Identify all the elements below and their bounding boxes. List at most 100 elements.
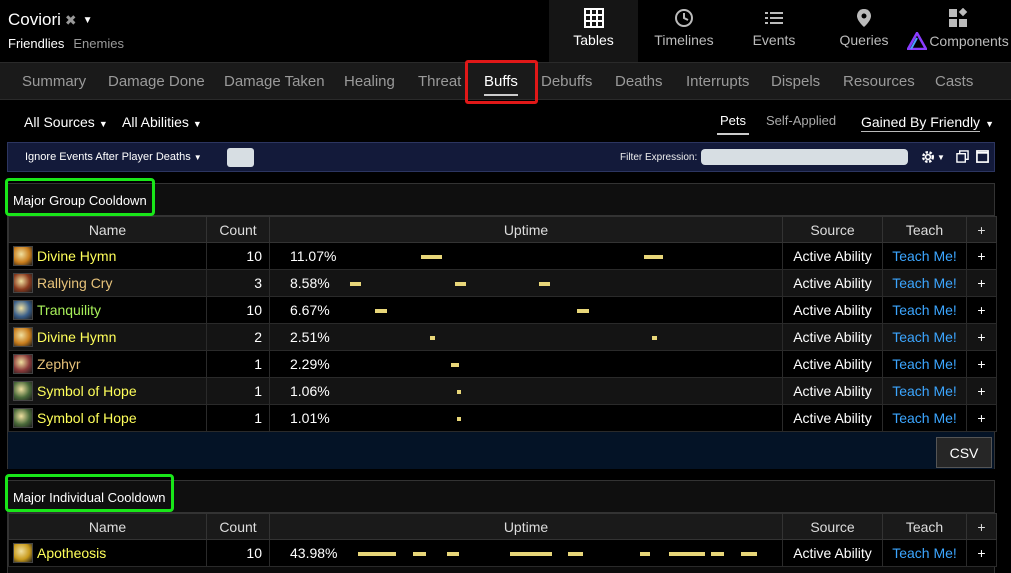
self-applied-toggle[interactable]: Self-Applied [766, 113, 836, 128]
symbol-of-hope-icon [13, 408, 33, 428]
ignore-deaths-toggle[interactable] [227, 148, 254, 167]
ability-name[interactable]: Divine Hymn [37, 329, 116, 345]
expand-all-button[interactable]: + [966, 216, 997, 243]
teach-me-link[interactable]: Teach Me! [882, 323, 967, 351]
ability-name-cell[interactable]: Symbol of Hope [8, 377, 207, 405]
tab-damage-taken[interactable]: Damage Taken [224, 63, 325, 101]
teach-me-link[interactable]: Teach Me! [882, 404, 967, 432]
table-row[interactable]: Divine Hymn 2 2.51% Active Ability Teach Me!… [8, 323, 997, 351]
view-components-button[interactable]: Components [907, 0, 1009, 62]
ability-name[interactable]: Symbol of Hope [37, 410, 137, 426]
ability-name-cell[interactable]: Divine Hymn [8, 323, 207, 351]
tab-casts[interactable]: Casts [935, 63, 973, 101]
expand-row-button[interactable]: + [966, 269, 997, 297]
ability-name-cell[interactable]: Zephyr [8, 350, 207, 378]
source-cell: Active Ability [782, 242, 883, 270]
view-events-button[interactable]: Events [740, 0, 808, 62]
settings-menu-button[interactable]: ▼ [920, 149, 945, 165]
uptime-segment [375, 309, 387, 313]
tab-interrupts[interactable]: Interrupts [686, 63, 749, 101]
column-header-uptime[interactable]: Uptime [269, 513, 783, 540]
teach-me-link[interactable]: Teach Me! [882, 269, 967, 297]
ability-name-cell[interactable]: Symbol of Hope [8, 404, 207, 432]
uptime-percent: 2.29% [290, 356, 330, 372]
ability-name[interactable]: Symbol of Hope [37, 383, 137, 399]
panel-header: Major Individual Cooldown [8, 481, 994, 513]
tab-dispels[interactable]: Dispels [771, 63, 820, 101]
ability-name[interactable]: Zephyr [37, 356, 81, 372]
ability-name-cell[interactable]: Divine Hymn [8, 242, 207, 270]
ability-name[interactable]: Tranquility [37, 302, 101, 318]
source-cell: Active Ability [782, 377, 883, 405]
uptime-segment [644, 255, 663, 259]
ability-name[interactable]: Rallying Cry [37, 275, 112, 291]
uptime-timeline [350, 270, 770, 296]
expand-all-button[interactable]: + [966, 513, 997, 540]
uptime-percent: 1.06% [290, 383, 330, 399]
tab-resources[interactable]: Resources [843, 63, 915, 101]
close-icon[interactable]: ✖ [65, 12, 77, 29]
tab-damage-done[interactable]: Damage Done [108, 63, 205, 101]
column-header-source[interactable]: Source [782, 216, 883, 243]
uptime-segment [350, 282, 361, 286]
teach-me-link[interactable]: Teach Me! [882, 350, 967, 378]
column-header-source[interactable]: Source [782, 513, 883, 540]
ability-name-cell[interactable]: Rallying Cry [8, 269, 207, 297]
teach-me-link[interactable]: Teach Me! [882, 242, 967, 270]
table-row[interactable]: Apotheosis 10 43.98% Active Ability Teach Me… [8, 539, 997, 567]
gained-by-dropdown[interactable]: Gained By Friendly ▼ [861, 114, 994, 132]
expand-row-button[interactable]: + [966, 242, 997, 270]
tab-enemies[interactable]: Enemies [73, 36, 124, 51]
teach-me-link[interactable]: Teach Me! [882, 296, 967, 324]
abilities-dropdown[interactable]: All Abilities ▼ [122, 114, 202, 130]
column-header-count[interactable]: Count [206, 513, 270, 540]
table-row[interactable]: Divine Hymn 10 11.07% Active Ability Teach M… [8, 242, 997, 270]
view-tables-button[interactable]: Tables [549, 0, 638, 62]
table-row[interactable]: Rallying Cry 3 8.58% Active Ability Teach Me… [8, 269, 997, 297]
restore-window-icon[interactable] [956, 150, 969, 163]
column-header-name[interactable]: Name [8, 513, 207, 540]
expand-row-button[interactable]: + [966, 404, 997, 432]
tab-friendlies[interactable]: Friendlies [8, 36, 64, 51]
table-row[interactable]: Symbol of Hope 1 1.01% Active Ability Teach … [8, 404, 997, 432]
report-title: Coviori [8, 10, 61, 29]
tab-buffs[interactable]: Buffs [484, 63, 518, 101]
uptime-cell: 2.29% [269, 350, 783, 378]
tab-threat[interactable]: Threat [418, 63, 461, 101]
report-title-dropdown[interactable]: Coviori ✖ ▼ [8, 10, 93, 30]
teach-me-link[interactable]: Teach Me! [882, 377, 967, 405]
filter-expression-input[interactable] [701, 149, 908, 165]
column-header-uptime[interactable]: Uptime [269, 216, 783, 243]
view-timelines-button[interactable]: Timelines [643, 0, 725, 62]
expand-row-button[interactable]: + [966, 296, 997, 324]
buffs-table: Name Count Uptime Source Teach + Divine … [8, 216, 997, 432]
expand-row-button[interactable]: + [966, 350, 997, 378]
source-cell: Active Ability [782, 404, 883, 432]
expand-row-button[interactable]: + [966, 539, 997, 567]
tab-healing[interactable]: Healing [344, 63, 395, 101]
ability-name[interactable]: Divine Hymn [37, 248, 116, 264]
maximize-window-icon[interactable] [976, 150, 989, 163]
divine-hymn-icon [13, 246, 33, 266]
table-row[interactable]: Tranquility 10 6.67% Active Ability Teach Me… [8, 296, 997, 324]
csv-export-button[interactable]: CSV [936, 437, 992, 468]
teach-me-link[interactable]: Teach Me! [882, 539, 967, 567]
pets-toggle[interactable]: Pets [716, 113, 750, 135]
column-header-count[interactable]: Count [206, 216, 270, 243]
tab-deaths[interactable]: Deaths [615, 63, 663, 101]
view-queries-button[interactable]: Queries [834, 0, 894, 62]
ability-name-cell[interactable]: Apotheosis [8, 539, 207, 567]
ignore-deaths-dropdown[interactable]: Ignore Events After Player Deaths ▼ [25, 151, 202, 163]
tab-summary[interactable]: Summary [22, 63, 86, 101]
expand-row-button[interactable]: + [966, 377, 997, 405]
ability-name-cell[interactable]: Tranquility [8, 296, 207, 324]
report-header: Coviori ✖ ▼ Friendlies Enemies Tables Ti… [0, 0, 1011, 62]
table-row[interactable]: Zephyr 1 2.29% Active Ability Teach Me! + [8, 350, 997, 378]
ability-name[interactable]: Apotheosis [37, 545, 106, 561]
sources-dropdown[interactable]: All Sources ▼ [24, 114, 108, 130]
expand-row-button[interactable]: + [966, 323, 997, 351]
column-header-name[interactable]: Name [8, 216, 207, 243]
uptime-timeline [350, 378, 770, 404]
table-row[interactable]: Symbol of Hope 1 1.06% Active Ability Teach … [8, 377, 997, 405]
tab-debuffs[interactable]: Debuffs [541, 63, 592, 101]
